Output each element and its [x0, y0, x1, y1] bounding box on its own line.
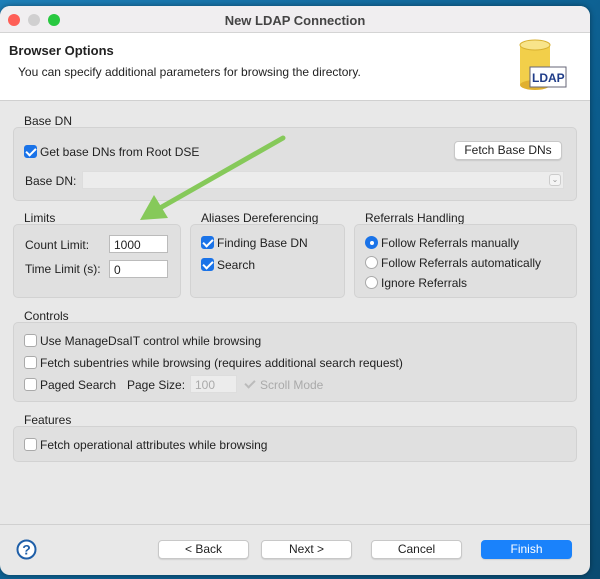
annotation-arrow-icon: [140, 135, 286, 220]
